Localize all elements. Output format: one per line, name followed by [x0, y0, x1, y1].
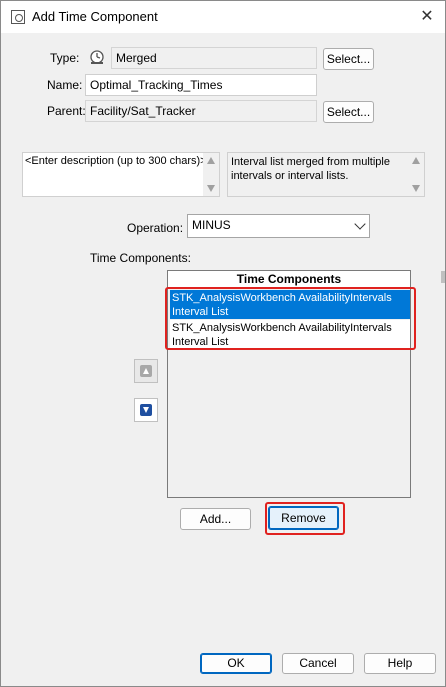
merged-clock-icon — [90, 50, 104, 64]
move-down-button[interactable] — [134, 398, 158, 422]
chevron-down-icon — [354, 218, 366, 230]
arrow-down-icon — [140, 404, 152, 416]
add-button[interactable]: Add... — [180, 508, 251, 530]
info-scrollbar[interactable] — [408, 153, 424, 196]
description-scrollbar[interactable] — [203, 153, 219, 196]
scroll-up-icon[interactable] — [412, 157, 420, 164]
name-input[interactable]: Optimal_Tracking_Times — [85, 74, 317, 96]
arrow-up-icon — [140, 365, 152, 377]
ok-button[interactable]: OK — [200, 653, 272, 674]
help-button[interactable]: Help — [364, 653, 436, 674]
description-placeholder: <Enter description (up to 300 chars)> — [25, 155, 207, 167]
operation-value: MINUS — [192, 218, 231, 232]
cancel-button[interactable]: Cancel — [282, 653, 354, 674]
rows-highlight-box — [165, 287, 416, 350]
operation-dropdown[interactable]: MINUS — [187, 214, 370, 238]
scroll-down-icon[interactable] — [207, 185, 215, 192]
type-field: Merged — [111, 47, 317, 69]
title-bar: Add Time Component ✕ — [1, 1, 445, 33]
type-select-button[interactable]: Select... — [323, 48, 374, 70]
window-title: Add Time Component — [32, 9, 158, 24]
remove-highlight-box — [265, 502, 345, 535]
parent-select-button[interactable]: Select... — [323, 101, 374, 123]
close-icon[interactable]: ✕ — [415, 5, 439, 29]
info-text: Interval list merged from multiple inter… — [231, 156, 390, 182]
window-scrollbar[interactable] — [441, 271, 445, 283]
name-label: Name: — [47, 78, 83, 92]
info-text-box: Interval list merged from multiple inter… — [227, 152, 425, 197]
description-input[interactable]: <Enter description (up to 300 chars)> — [22, 152, 220, 197]
scroll-up-icon[interactable] — [207, 157, 215, 164]
parent-label: Parent: — [47, 104, 86, 118]
app-icon — [11, 10, 25, 24]
operation-label: Operation: — [127, 221, 184, 235]
add-time-component-dialog: Add Time Component ✕ Type: Merged Select… — [0, 0, 446, 687]
time-components-label: Time Components: — [90, 251, 191, 265]
time-components-header: Time Components — [168, 271, 410, 288]
scroll-down-icon[interactable] — [412, 185, 420, 192]
move-up-button[interactable] — [134, 359, 158, 383]
parent-field: Facility/Sat_Tracker — [85, 100, 317, 122]
type-label: Type: — [50, 51, 80, 65]
